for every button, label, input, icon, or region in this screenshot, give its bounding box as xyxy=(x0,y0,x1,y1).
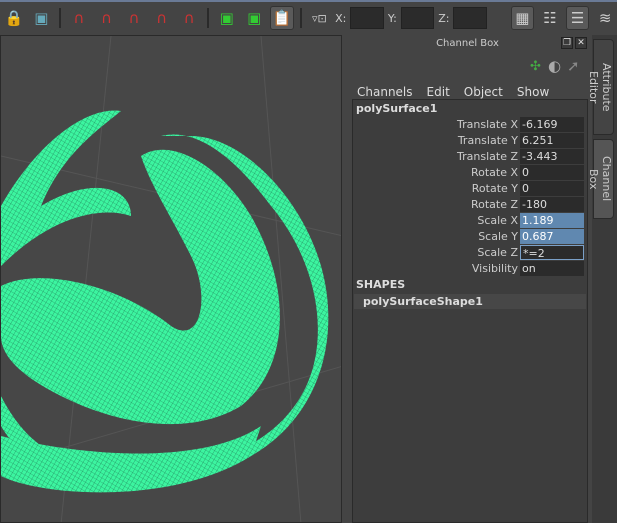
snap-curve-icon[interactable]: ∩ xyxy=(95,6,119,30)
channel-row: Translate Z -3.443 xyxy=(353,148,587,164)
y-label: Y: xyxy=(387,11,397,25)
close-icon[interactable]: ✕ xyxy=(575,37,587,49)
channel-row: Rotate Z -180 xyxy=(353,196,587,212)
status-line-toolbar: 🔒 ▣ ∩ ∩ ∩ ∩ ∩ ▣ ▣ 📋 ▿⊡ X: Y: Z: ▦ ☷ ☰ ≋ xyxy=(0,0,617,34)
channel-value-field[interactable]: -6.169 xyxy=(520,116,584,132)
channel-row: Translate Y 6.251 xyxy=(353,132,587,148)
float-panel-icon[interactable]: ❐ xyxy=(561,37,573,49)
channel-value-field[interactable]: on xyxy=(520,260,584,276)
z-label: Z: xyxy=(438,11,450,25)
channel-value-field[interactable]: *=2 xyxy=(520,244,584,260)
channel-row: Visibility on xyxy=(353,260,587,276)
snap-grid-icon[interactable]: ∩ xyxy=(67,6,91,30)
arrow-icon[interactable]: ➚ xyxy=(567,57,580,75)
channel-box-icons: ✣ ◐ ➚ xyxy=(345,53,590,81)
channel-list: polySurface1 Translate X -6.169 Translate … xyxy=(352,99,588,523)
channel-row: Scale X 1.189 xyxy=(353,212,587,228)
axis-icon[interactable]: ✣ xyxy=(530,59,541,74)
channel-value-field[interactable]: -180 xyxy=(520,196,584,212)
channel-value-field[interactable]: -3.443 xyxy=(520,148,584,164)
snap-point-icon[interactable]: ∩ xyxy=(122,6,146,30)
channel-label[interactable]: Rotate X xyxy=(353,166,520,179)
channel-label[interactable]: Rotate Z xyxy=(353,198,520,211)
x-label: X: xyxy=(335,11,347,25)
channel-row: Scale Y 0.687 xyxy=(353,228,587,244)
transform-input-icon[interactable]: ▿⊡ xyxy=(308,6,332,30)
side-tabs: Attribute Editor Channel Box xyxy=(587,35,617,523)
divider xyxy=(59,8,62,28)
channel-value-field[interactable]: 0 xyxy=(520,164,584,180)
shapes-header: SHAPES xyxy=(356,278,406,291)
panel-title: Channel Box xyxy=(436,38,499,49)
y-field[interactable] xyxy=(400,7,435,29)
tab-channel-box[interactable]: Channel Box xyxy=(587,139,614,219)
viewport-3d[interactable] xyxy=(0,35,342,523)
channel-value-field[interactable]: 1.189 xyxy=(520,212,584,228)
object-name[interactable]: polySurface1 xyxy=(353,100,587,116)
menu-object[interactable]: Object xyxy=(464,85,503,99)
channel-label[interactable]: Translate Z xyxy=(353,150,520,163)
channel-row: Scale Z *=2 xyxy=(353,244,587,260)
channel-row: Rotate Y0 xyxy=(353,180,587,196)
channel-box-panel: Channel Box ❐ ✕ ✣ ◐ ➚ Channels Edit Obje… xyxy=(345,35,590,523)
menu-show[interactable]: Show xyxy=(517,85,549,99)
channel-label[interactable]: Scale Z xyxy=(353,246,520,259)
panel-title-bar: Channel Box ❐ ✕ xyxy=(345,35,590,53)
channel-value-field[interactable]: 6.251 xyxy=(520,132,584,148)
channel-value-field[interactable]: 0 xyxy=(520,180,584,196)
channel-label[interactable]: Scale X xyxy=(353,214,520,227)
channel-label[interactable]: Translate X xyxy=(353,118,520,131)
tab-attribute-editor[interactable]: Attribute Editor xyxy=(587,39,614,135)
snap-live-icon[interactable]: ∩ xyxy=(177,6,201,30)
channel-label[interactable]: Translate Y xyxy=(353,134,520,147)
channel-row: Rotate X0 xyxy=(353,164,587,180)
channel-value-field[interactable]: 0.687 xyxy=(520,228,584,244)
channel-label[interactable]: Rotate Y xyxy=(353,182,520,195)
sphere-icon[interactable]: ◐ xyxy=(548,57,561,75)
snap-plane-icon[interactable]: ∩ xyxy=(150,6,174,30)
channel-row: Translate X -6.169 xyxy=(353,116,587,132)
channel-label[interactable]: Visibility xyxy=(353,262,520,275)
select-by-component-icon[interactable]: ▣ xyxy=(30,6,54,30)
menu-channels[interactable]: Channels xyxy=(357,85,413,99)
channel-label[interactable]: Scale Y xyxy=(353,230,520,243)
lock-icon[interactable]: 🔒 xyxy=(2,6,26,30)
input-ops-icon[interactable]: ▣ xyxy=(215,6,239,30)
z-field[interactable] xyxy=(453,7,487,29)
divider xyxy=(299,8,302,28)
x-field[interactable] xyxy=(350,7,384,29)
construction-history-icon[interactable]: 📋 xyxy=(270,6,294,30)
shape-name[interactable]: polySurfaceShape1 xyxy=(354,294,586,309)
divider xyxy=(206,8,209,28)
wireframe-mesh xyxy=(1,36,341,522)
tool-settings-icon[interactable]: ☷ xyxy=(538,6,562,30)
menu-edit[interactable]: Edit xyxy=(427,85,450,99)
output-ops-icon[interactable]: ▣ xyxy=(242,6,266,30)
attribute-editor-toggle-icon[interactable]: ▦ xyxy=(510,6,535,30)
channel-box-toggle-icon[interactable]: ☰ xyxy=(565,6,590,30)
layers-icon[interactable]: ≋ xyxy=(593,6,617,30)
